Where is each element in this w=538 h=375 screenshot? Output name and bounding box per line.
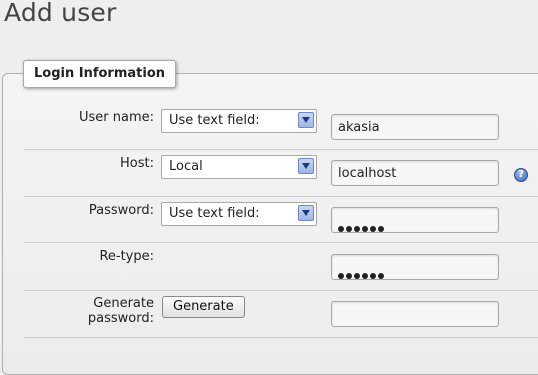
retype-password-input[interactable] [331,254,499,280]
username-mode-select[interactable]: Use text field: [161,109,317,133]
generate-label-line1: Generate [93,296,154,311]
username-input[interactable]: akasia [331,114,499,140]
password-mode-select[interactable]: Use text field: [161,202,317,226]
username-label: User name: [78,110,154,125]
chevron-down-icon[interactable] [298,205,314,221]
host-mode-select[interactable]: Local [161,155,317,179]
chevron-down-icon[interactable] [298,158,314,174]
password-input[interactable] [331,207,499,233]
password-mode-value: Use text field: [169,206,260,221]
retype-label: Re-type: [99,249,154,264]
password-label: Password: [88,203,154,218]
password-masked-value [338,217,386,236]
row-divider [24,196,538,197]
host-mode-value: Local [169,159,203,174]
row-divider [24,149,538,150]
generate-button[interactable]: Generate [162,296,245,318]
generate-password-label: Generate password: [60,296,154,326]
host-value: localhost [338,166,397,181]
generated-password-input[interactable] [331,301,499,327]
fieldset-legend: Login Information [23,60,177,88]
chevron-down-icon[interactable] [298,112,314,128]
row-divider [24,290,538,291]
page-title: Add user [4,0,117,27]
username-value: akasia [338,120,380,135]
row-divider [24,242,538,243]
help-icon[interactable]: ? [514,168,528,182]
host-input[interactable]: localhost [331,160,499,186]
row-divider [24,337,538,338]
generate-label-line2: password: [87,311,154,326]
retype-masked-value [338,264,386,283]
host-label: Host: [120,156,154,171]
username-mode-value: Use text field: [169,113,260,128]
